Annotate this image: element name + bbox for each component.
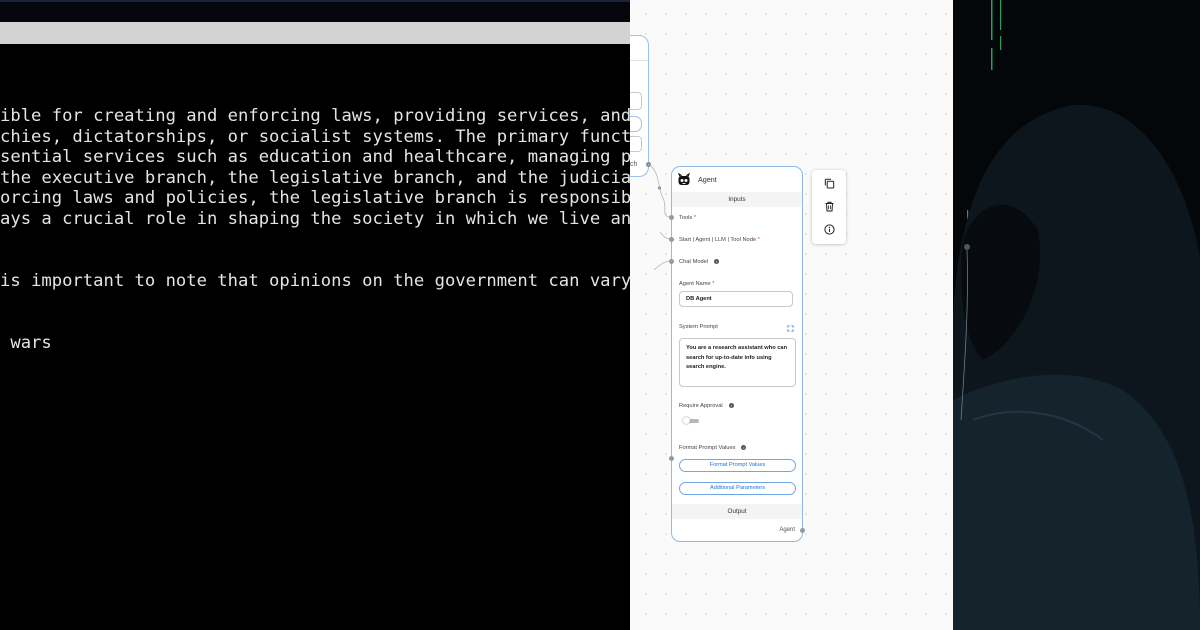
chat-model-label: Chat Model i — [679, 259, 720, 265]
toggle-knob — [683, 417, 690, 424]
terminal-output-line: ible for creating and enforcing laws, pr… — [0, 106, 630, 126]
terminal-window: ible for creating and enforcing laws, pr… — [0, 0, 630, 630]
agent-name-input[interactable]: DB Agent — [679, 291, 793, 307]
terminal-output-line: chies, dictatorships, or socialist syste… — [0, 127, 630, 147]
expand-icon[interactable] — [787, 325, 794, 332]
terminal-output-line: ays a crucial role in shaping the societ… — [0, 209, 630, 229]
output-section-header: Output — [672, 504, 802, 519]
require-approval-label: Require Approval i — [679, 403, 734, 409]
inputs-section-header: Inputs — [672, 192, 802, 207]
system-prompt-textarea[interactable]: You are a research assistant who can sea… — [679, 338, 796, 387]
terminal-output-line: orcing laws and policies, the legislativ… — [0, 188, 630, 208]
hooded-figure-illustration — [953, 0, 1200, 630]
agent-node-title: Agent — [698, 175, 717, 184]
flow-canvas[interactable]: ch Agent Inputs Tools * Start | Agent | … — [630, 0, 953, 630]
node-toolbar — [812, 170, 846, 244]
format-prompt-values-handle[interactable] — [669, 456, 674, 461]
info-icon[interactable]: i — [741, 445, 747, 450]
edge-previous-to-tools — [647, 163, 672, 218]
tools-label: Tools * — [679, 215, 697, 221]
terminal-output-line: wars — [0, 333, 52, 353]
trash-icon[interactable] — [824, 201, 835, 212]
terminal-title-bar — [0, 0, 630, 22]
info-icon[interactable] — [824, 224, 835, 235]
info-icon[interactable]: i — [714, 259, 720, 264]
terminal-output-line: sential services such as education and h… — [0, 147, 630, 167]
require-approval-toggle[interactable] — [683, 417, 699, 424]
earphone — [964, 244, 970, 250]
robot-icon — [678, 173, 690, 185]
output-agent-label: Agent — [779, 527, 795, 533]
additional-parameters-button[interactable]: Additional Parameters — [679, 482, 796, 495]
start-label: Start | Agent | LLM | Tool Node * — [679, 237, 760, 243]
start-input-handle[interactable] — [669, 237, 674, 242]
system-prompt-label: System Prompt — [679, 324, 718, 330]
copy-icon[interactable] — [824, 178, 835, 189]
agent-output-handle[interactable] — [800, 528, 805, 533]
format-prompt-values-button[interactable]: Format Prompt Values — [679, 459, 796, 472]
terminal-top-border — [0, 0, 630, 2]
agent-node-card[interactable]: Agent Inputs Tools * Start | Agent | LLM… — [669, 166, 805, 542]
tools-input-handle[interactable] — [669, 215, 674, 220]
hooded-figure-photo — [953, 0, 1200, 630]
terminal-input-bar[interactable] — [0, 22, 630, 44]
format-prompt-values-label: Format Prompt Values i — [679, 445, 747, 451]
edge-endpoint-dot — [657, 186, 662, 190]
agent-node-header[interactable]: Agent — [672, 167, 802, 193]
agent-name-label: Agent Name * — [679, 281, 715, 287]
terminal-output-line: is important to note that opinions on th… — [0, 271, 630, 291]
chat-model-input-handle[interactable] — [669, 259, 674, 264]
info-icon[interactable]: i — [728, 403, 734, 408]
terminal-output-line: the executive branch, the legislative br… — [0, 168, 630, 188]
